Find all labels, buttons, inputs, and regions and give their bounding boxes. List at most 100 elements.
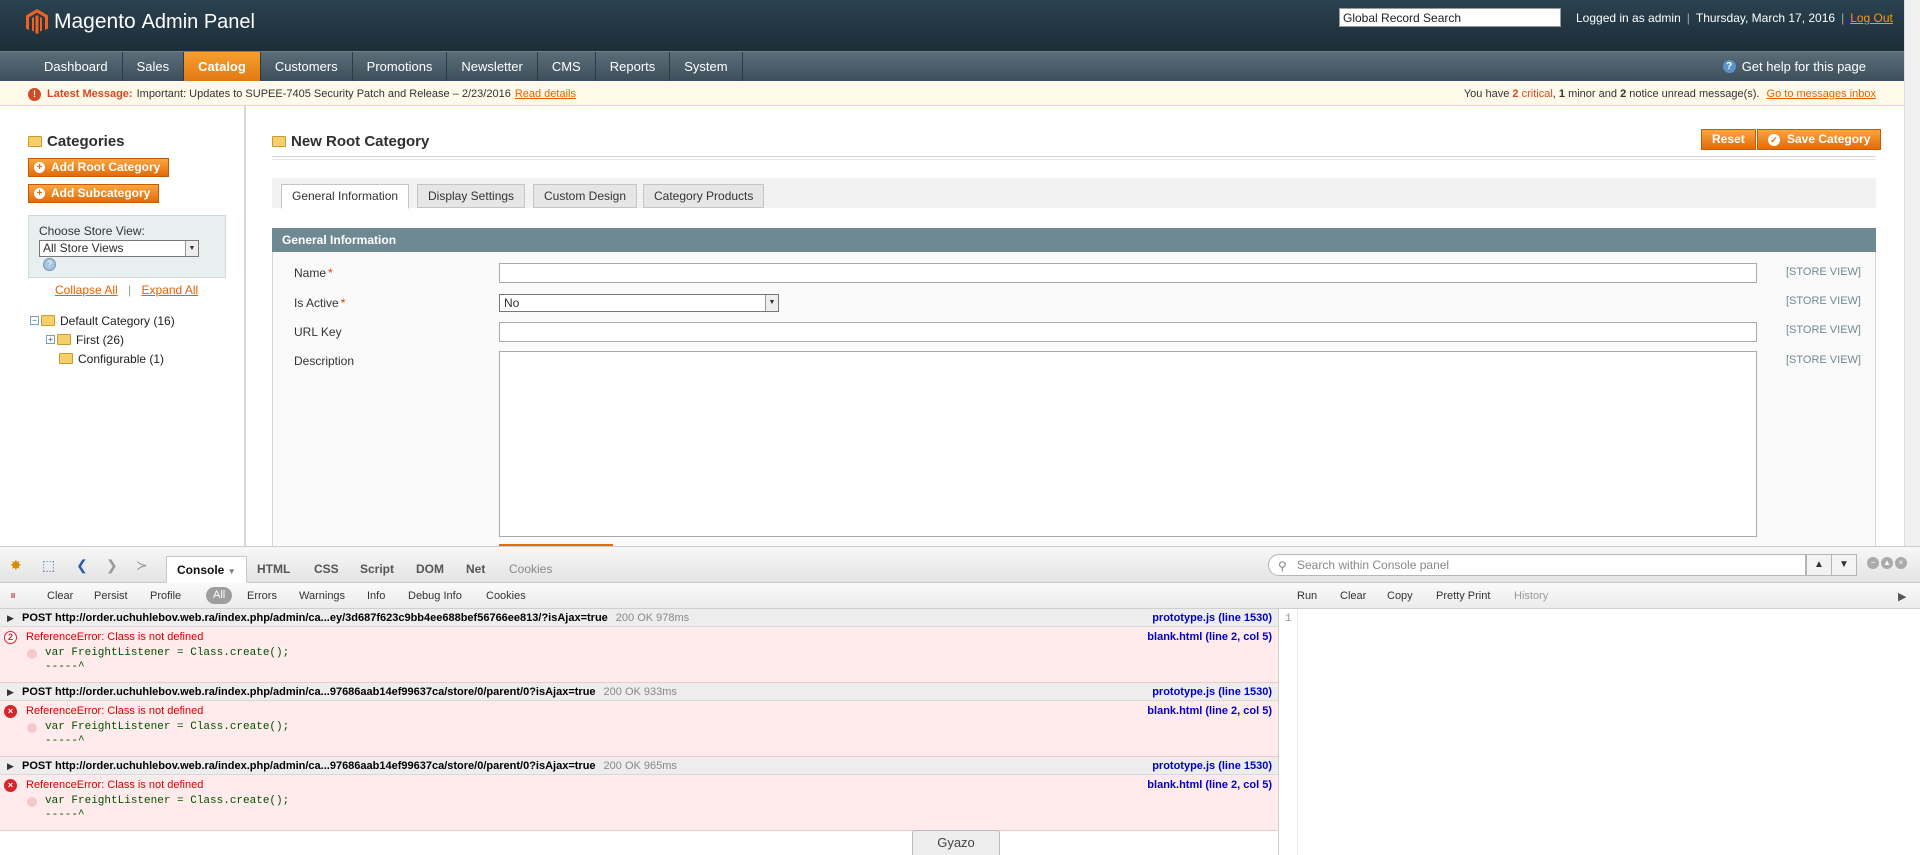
help-link[interactable]: ? Get help for this page bbox=[1722, 59, 1866, 74]
expand-icon[interactable]: + bbox=[46, 335, 55, 344]
global-search-input[interactable]: Global Record Search bbox=[1339, 8, 1561, 27]
minimize-icon[interactable]: − bbox=[1867, 557, 1879, 569]
add-root-category-button[interactable]: + Add Root Category bbox=[28, 158, 170, 177]
request-row[interactable]: ▶ POST http://order.uchuhlebov.web.ra/in… bbox=[0, 683, 1278, 701]
run-button[interactable]: Run bbox=[1297, 590, 1317, 602]
logout-link[interactable]: Log Out bbox=[1850, 11, 1893, 25]
read-details-link[interactable]: Read details bbox=[515, 82, 576, 106]
tab-cookies[interactable]: Cookies bbox=[503, 556, 558, 583]
filter-warnings-button[interactable]: Warnings bbox=[299, 590, 345, 602]
pretty-print-button[interactable]: Pretty Print bbox=[1436, 590, 1490, 602]
breakpoint-icon[interactable] bbox=[27, 797, 37, 807]
error-source-link[interactable]: blank.html (line 2, col 5) bbox=[1147, 631, 1272, 643]
break-on-error-icon[interactable]: ⏸ bbox=[10, 588, 16, 603]
play-icon[interactable]: ▶ bbox=[1898, 590, 1906, 603]
filter-debug-info-button[interactable]: Debug Info bbox=[408, 590, 462, 602]
back-icon[interactable]: ❮ bbox=[76, 557, 88, 574]
console-search-input[interactable]: ⚲ Search within Console panel bbox=[1268, 554, 1806, 576]
request-source-link[interactable]: prototype.js (line 1530) bbox=[1152, 683, 1272, 701]
tab-custom-design[interactable]: Custom Design bbox=[533, 184, 638, 208]
url-key-input[interactable] bbox=[499, 322, 1757, 342]
tree-node-default-category[interactable]: − Default Category (16) bbox=[30, 311, 175, 330]
gyazo-tab[interactable]: Gyazo bbox=[912, 830, 1000, 855]
tree-node-first[interactable]: + First (26) bbox=[30, 330, 175, 349]
nav-sales[interactable]: Sales bbox=[123, 52, 185, 81]
save-category-button[interactable]: ✓ Save Category bbox=[1757, 129, 1882, 150]
breakpoint-icon[interactable] bbox=[27, 723, 37, 733]
tree-node-configurable[interactable]: Configurable (1) bbox=[30, 349, 175, 368]
nav-catalog[interactable]: Catalog bbox=[184, 52, 261, 81]
description-textarea[interactable] bbox=[499, 351, 1757, 537]
persist-button[interactable]: Persist bbox=[94, 590, 128, 602]
is-active-select[interactable]: No ▼ bbox=[499, 294, 779, 312]
tab-dom[interactable]: DOM bbox=[410, 556, 450, 583]
notice-label: notice unread message(s). bbox=[1629, 88, 1760, 100]
filter-errors-button[interactable]: Errors bbox=[247, 590, 277, 602]
expand-triangle-icon[interactable]: ▶ bbox=[7, 609, 14, 627]
tab-console[interactable]: Console ▼ bbox=[166, 556, 247, 583]
name-input[interactable] bbox=[499, 263, 1757, 283]
clear-button[interactable]: Clear bbox=[47, 590, 73, 602]
tab-css[interactable]: CSS bbox=[308, 556, 345, 583]
nav-customers[interactable]: Customers bbox=[261, 52, 353, 81]
add-subcategory-button[interactable]: + Add Subcategory bbox=[28, 184, 160, 203]
reset-button[interactable]: Reset bbox=[1701, 129, 1756, 150]
nav-dashboard[interactable]: Dashboard bbox=[30, 52, 123, 81]
tab-script[interactable]: Script bbox=[354, 556, 400, 583]
nav-newsletter[interactable]: Newsletter bbox=[447, 52, 538, 81]
tab-display-settings[interactable]: Display Settings bbox=[417, 184, 526, 208]
expand-triangle-icon[interactable]: ▶ bbox=[7, 757, 14, 775]
search-next-button[interactable]: ▼ bbox=[1831, 554, 1857, 576]
detach-icon[interactable]: ▲ bbox=[1881, 557, 1893, 569]
step-icon[interactable]: ≻ bbox=[136, 557, 148, 574]
nav-promotions[interactable]: Promotions bbox=[353, 52, 448, 81]
error-source-link[interactable]: blank.html (line 2, col 5) bbox=[1147, 779, 1272, 791]
header-user-info: Logged in as admin | Thursday, March 17, 2… bbox=[1576, 11, 1893, 25]
error-message[interactable]: ReferenceError: Class is not defined bbox=[26, 779, 203, 791]
copy-button[interactable]: Copy bbox=[1387, 590, 1413, 602]
filter-all-button[interactable]: All bbox=[206, 587, 233, 604]
page-scrollbar[interactable] bbox=[1904, 0, 1920, 546]
request-status: 200 OK 978ms bbox=[615, 612, 690, 624]
nav-system[interactable]: System bbox=[670, 52, 743, 81]
expand-triangle-icon[interactable]: ▶ bbox=[7, 683, 14, 701]
command-editor[interactable]: 1 bbox=[1278, 609, 1920, 855]
dropdown-arrow-icon: ▼ bbox=[765, 295, 778, 311]
request-source-link[interactable]: prototype.js (line 1530) bbox=[1152, 609, 1272, 627]
help-icon[interactable]: ? bbox=[43, 258, 56, 272]
is-active-value: No bbox=[504, 296, 520, 310]
messages-inbox-link[interactable]: Go to messages inbox bbox=[1767, 88, 1876, 100]
collapse-icon[interactable]: − bbox=[30, 316, 39, 325]
request-row[interactable]: ▶ POST http://order.uchuhlebov.web.ra/in… bbox=[0, 609, 1278, 627]
store-view-select[interactable]: All Store Views ▼ bbox=[39, 240, 199, 257]
nav-cms[interactable]: CMS bbox=[538, 52, 596, 81]
expand-all-link[interactable]: Expand All bbox=[142, 283, 199, 297]
nav-reports[interactable]: Reports bbox=[596, 52, 671, 81]
breakpoint-icon[interactable] bbox=[27, 649, 37, 659]
error-message[interactable]: ReferenceError: Class is not defined bbox=[26, 705, 203, 717]
inspect-icon[interactable]: ⬚ bbox=[42, 557, 55, 574]
firebug-icon[interactable]: ✸ bbox=[10, 557, 22, 574]
folder-icon bbox=[57, 334, 71, 345]
error-message[interactable]: ReferenceError: Class is not defined bbox=[26, 631, 203, 643]
forward-icon[interactable]: ❯ bbox=[106, 557, 118, 574]
collapse-all-link[interactable]: Collapse All bbox=[55, 283, 118, 297]
tree-node-label: Default Category (16) bbox=[60, 313, 175, 328]
request-source-link[interactable]: prototype.js (line 1530) bbox=[1152, 757, 1272, 775]
close-icon[interactable]: × bbox=[1895, 557, 1907, 569]
filter-cookies-button[interactable]: Cookies bbox=[486, 590, 526, 602]
error-entry: × ReferenceError: Class is not defined b… bbox=[0, 701, 1278, 757]
tab-net[interactable]: Net bbox=[460, 556, 491, 583]
error-source-link[interactable]: blank.html (line 2, col 5) bbox=[1147, 705, 1272, 717]
search-prev-button[interactable]: ▲ bbox=[1806, 554, 1832, 576]
tab-html[interactable]: HTML bbox=[251, 556, 296, 583]
history-button[interactable]: History bbox=[1514, 590, 1548, 602]
profile-button[interactable]: Profile bbox=[150, 590, 181, 602]
magento-logo[interactable]: Magento Admin Panel bbox=[26, 9, 255, 35]
request-row[interactable]: ▶ POST http://order.uchuhlebov.web.ra/in… bbox=[0, 757, 1278, 775]
tab-category-products[interactable]: Category Products bbox=[643, 184, 765, 208]
filter-info-button[interactable]: Info bbox=[367, 590, 385, 602]
tab-general-information[interactable]: General Information bbox=[281, 184, 410, 209]
cmd-clear-button[interactable]: Clear bbox=[1340, 590, 1366, 602]
message-bar: ! Latest Message: Important: Updates to … bbox=[0, 82, 1904, 106]
